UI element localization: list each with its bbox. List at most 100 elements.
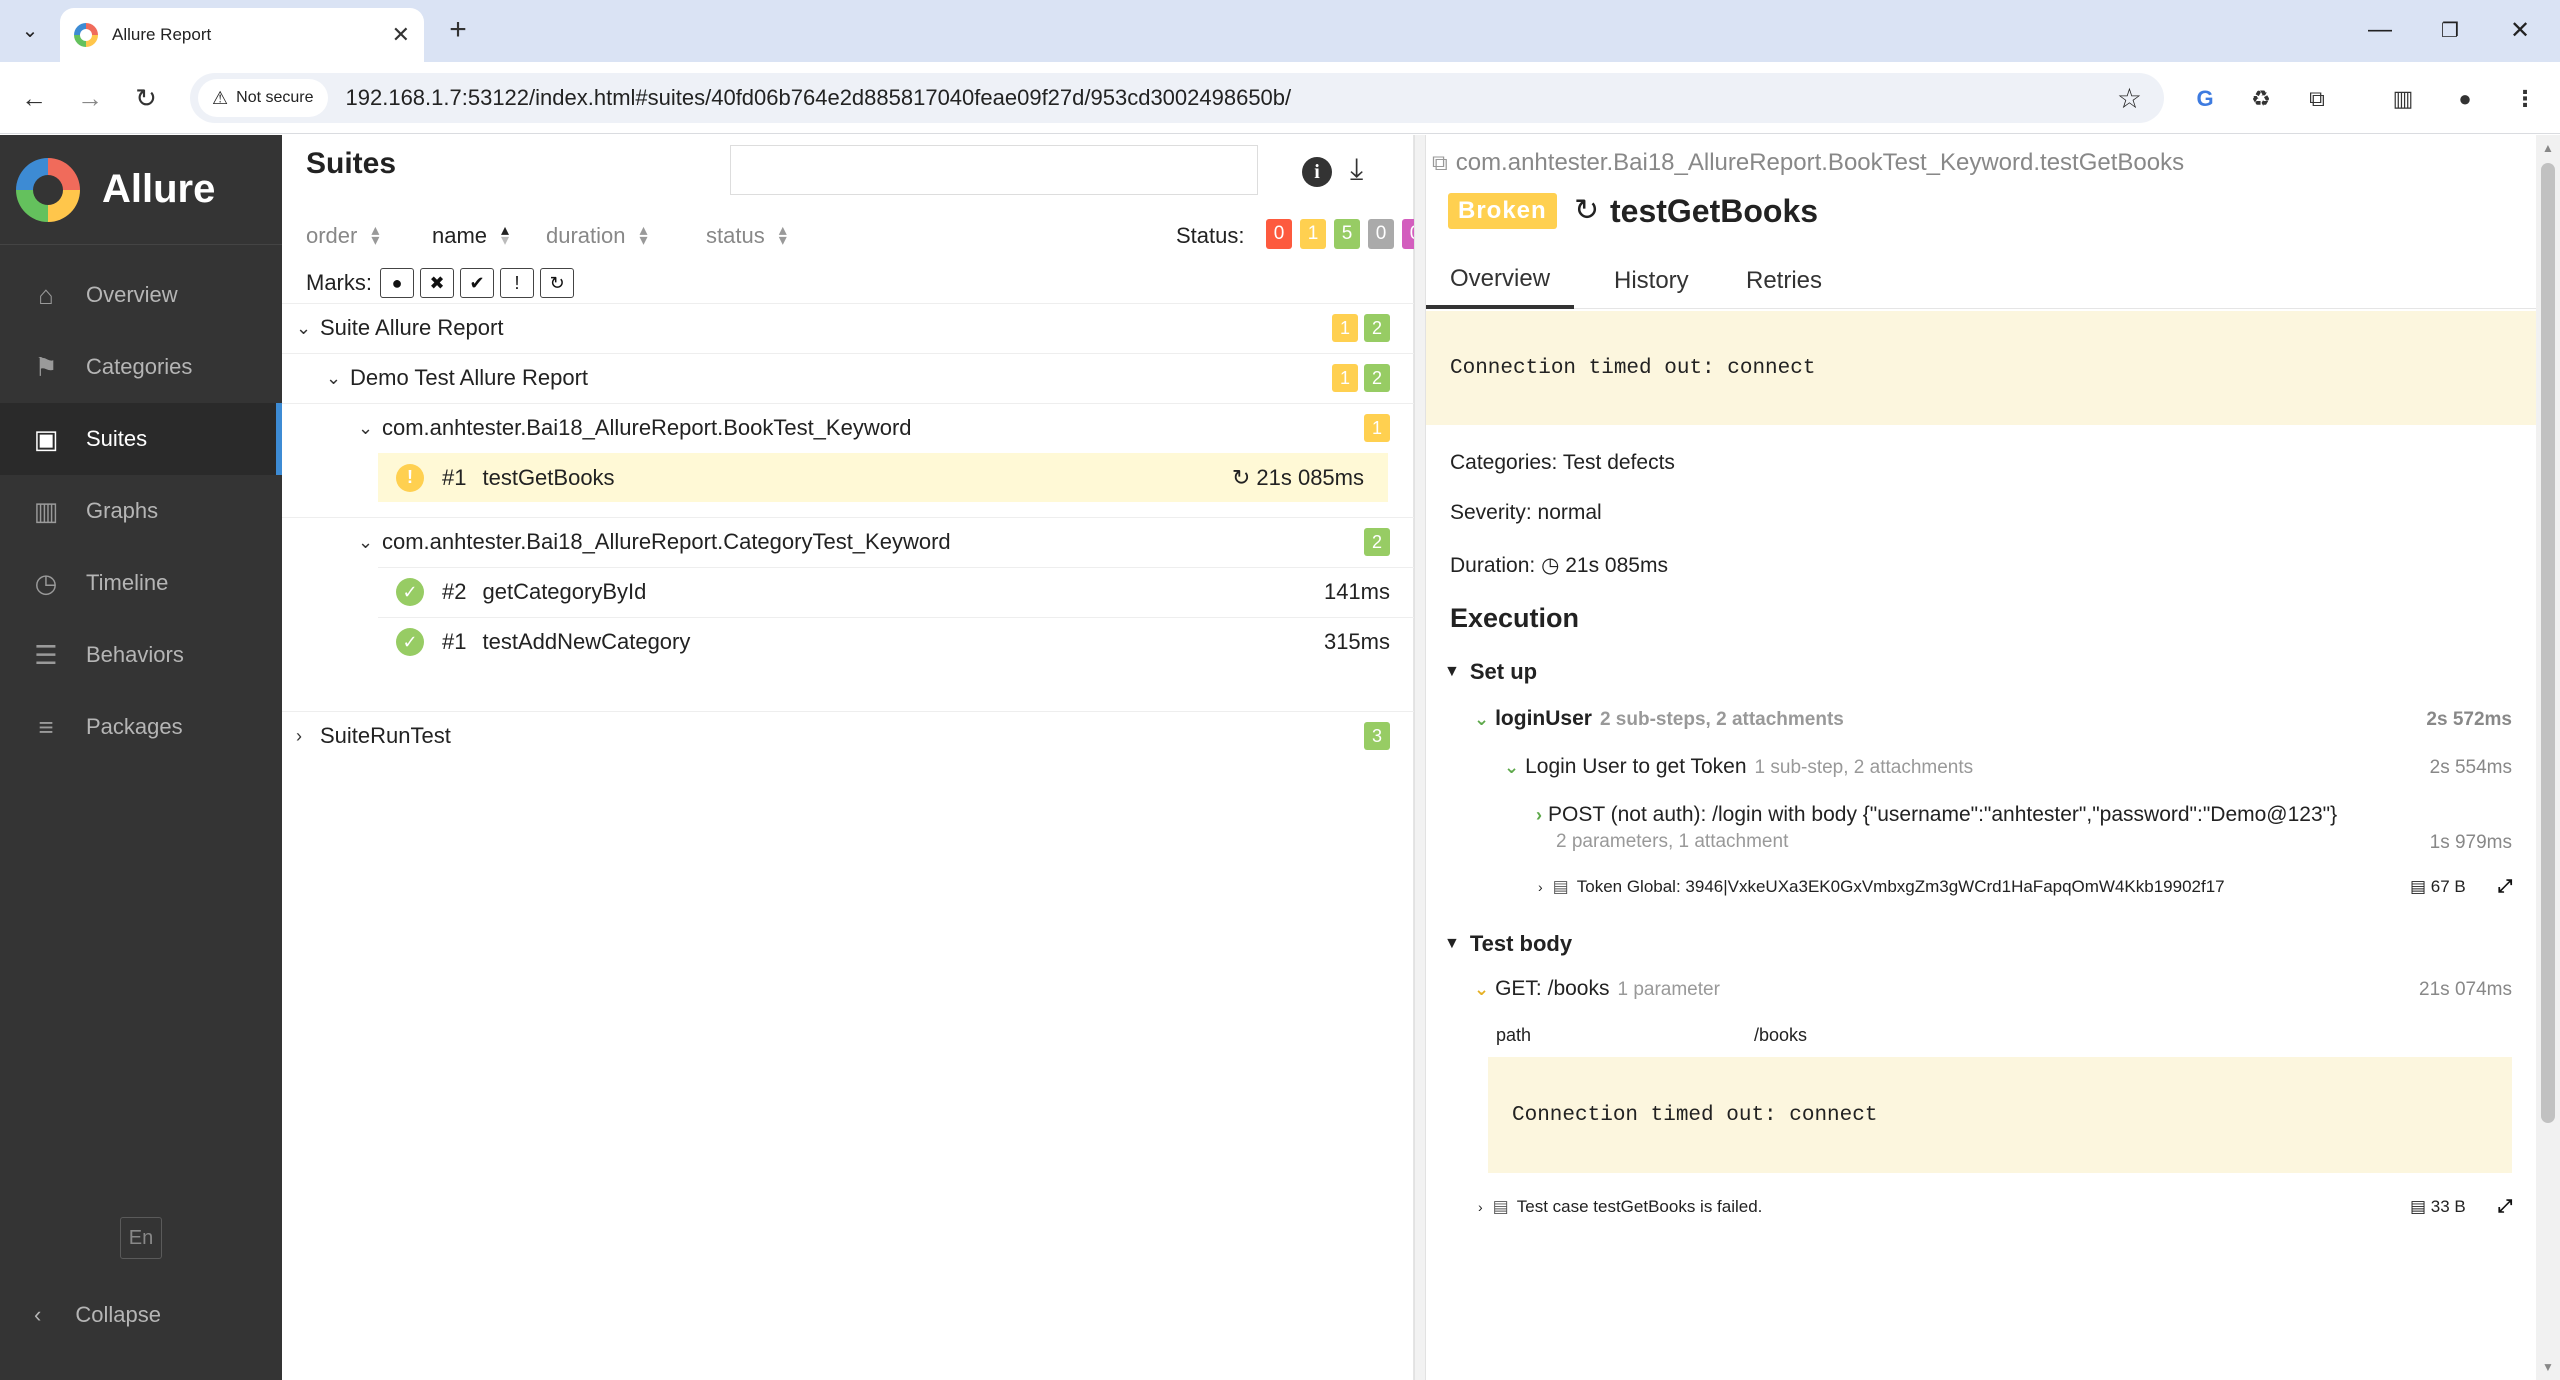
new-failed-icon[interactable]: ✖ <box>420 268 454 298</box>
pane-resize-handle[interactable] <box>1414 135 1426 1380</box>
sort-by-duration[interactable]: duration ▴ ▾ <box>546 223 648 249</box>
severity-line: Severity: normal <box>1450 501 1602 524</box>
status-filter-broken[interactable]: 1 <box>1300 219 1326 249</box>
test-row[interactable]: ! #1 testGetBooks ↻ 21s 085ms <box>378 453 1388 502</box>
suite-row[interactable]: ⌄ Demo Test Allure Report 1 2 <box>282 353 1414 402</box>
brand[interactable]: Allure <box>0 135 282 245</box>
execution-heading: Execution <box>1450 603 1580 633</box>
tab-overview[interactable]: Overview <box>1426 253 1575 309</box>
test-detail-pane: ⧉ com.anhtester.Bai18_AllureReport.BookT… <box>1426 135 2536 1380</box>
sidebar-item-timeline[interactable]: ◷ Timeline <box>0 547 282 619</box>
class-row[interactable]: ⌄ com.anhtester.Bai18_AllureReport.Categ… <box>282 517 1414 566</box>
collapse-button[interactable]: ‹ Collapse <box>0 1290 282 1340</box>
setup-section-toggle[interactable]: ▼ Set up <box>1444 659 1537 685</box>
suite-row[interactable]: › SuiteRunTest 3 <box>282 711 1414 760</box>
new-passed-icon[interactable]: ✔ <box>460 268 494 298</box>
minimize-icon[interactable]: — <box>2350 10 2410 50</box>
window-close-icon[interactable]: ✕ <box>2490 10 2550 50</box>
count-badges: 3 <box>1364 722 1390 750</box>
flaky-bomb-icon[interactable]: ● <box>380 268 414 298</box>
broken-status-icon: ! <box>396 463 424 492</box>
retries-icon[interactable]: ↻ <box>540 268 574 298</box>
search-input[interactable] <box>730 145 1258 195</box>
count-badges: 1 <box>1364 414 1390 442</box>
new-broken-icon[interactable]: ! <box>500 268 534 298</box>
sort-by-name[interactable]: name ▴ ▾ <box>432 223 509 249</box>
sort-by-status[interactable]: status ▴ ▾ <box>706 223 787 249</box>
info-icon[interactable]: i <box>1302 157 1332 187</box>
sidebar-item-packages[interactable]: ≡ Packages <box>0 691 282 763</box>
sidebar-item-behaviors[interactable]: ☰ Behaviors <box>0 619 282 691</box>
sidebar-item-categories[interactable]: ⚑ Categories <box>0 331 282 403</box>
sidebar-item-overview[interactable]: ⌂ Overview <box>0 259 282 331</box>
address-bar[interactable]: ⚠ Not secure 192.168.1.7:53122/index.htm… <box>190 73 2164 123</box>
test-name: testGetBooks <box>482 464 615 490</box>
copy-icon[interactable]: ⧉ <box>1432 150 1448 176</box>
passed-count-badge: 2 <box>1364 364 1390 392</box>
step-get-books[interactable]: ⌄ GET: /books 1 parameter <box>1474 977 1720 1001</box>
status-filter-skipped[interactable]: 0 <box>1368 219 1394 249</box>
language-button[interactable]: En <box>120 1217 162 1259</box>
new-tab-button[interactable]: + <box>440 12 476 48</box>
test-row[interactable]: ✓ #2 getCategoryById 141ms <box>378 567 1414 616</box>
recycle-extension-icon[interactable]: ♻ <box>2246 84 2276 114</box>
status-filter-failed[interactable]: 0 <box>1266 219 1292 249</box>
tab-history[interactable]: History <box>1590 253 1713 309</box>
test-body-section-toggle[interactable]: ▼ Test body <box>1444 931 1572 957</box>
restore-icon[interactable]: ❐ <box>2420 10 2480 50</box>
step-meta: 2 parameters, 1 attachment <box>1556 831 1789 852</box>
attachment-row[interactable]: › ▤ Test case testGetBooks is failed. <box>1478 1197 1762 1217</box>
profile-avatar-icon[interactable]: ● <box>2450 84 2480 114</box>
chevron-down-icon: ⌄ <box>1474 979 1490 999</box>
browser-menu-icon[interactable]: ⋮ <box>2510 84 2540 114</box>
step-login-user[interactable]: ⌄ loginUser 2 sub-steps, 2 attachments <box>1474 707 1844 731</box>
reload-icon[interactable]: ↻ <box>128 80 164 116</box>
suite-name: Demo Test Allure Report <box>350 365 589 390</box>
suite-name: Suite Allure Report <box>320 315 504 340</box>
extensions-puzzle-icon[interactable]: ⧉ <box>2302 84 2332 114</box>
browser-tab[interactable]: Allure Report ✕ <box>60 8 424 62</box>
sort-label: order <box>306 223 358 248</box>
tab-retries[interactable]: Retries <box>1722 253 1846 309</box>
scroll-down-icon[interactable]: ▼ <box>2542 1360 2554 1374</box>
home-icon: ⌂ <box>38 279 54 310</box>
detail-scrollbar[interactable]: ▲ ▼ <box>2536 135 2560 1380</box>
status-filter-passed[interactable]: 5 <box>1334 219 1360 249</box>
tab-search-button[interactable]: ⌄ <box>12 12 48 48</box>
sidebar-item-label: Graphs <box>86 498 159 523</box>
test-number: #2 <box>442 579 467 604</box>
test-name: getCategoryById <box>482 579 647 604</box>
scroll-up-icon[interactable]: ▲ <box>2542 141 2554 155</box>
test-row[interactable]: ✓ #1 testAddNewCategory 315ms <box>378 617 1414 666</box>
attachment-row[interactable]: › ▤ Token Global: 3946|VxkeUXa3EK0GxVmbx… <box>1538 877 2225 897</box>
expand-icon[interactable]: ⤢ <box>2498 876 2512 897</box>
step-duration: 1s 979ms <box>2429 832 2512 853</box>
forward-arrow-icon[interactable]: → <box>72 80 108 116</box>
suite-row[interactable]: ⌄ Suite Allure Report 1 2 <box>282 303 1414 352</box>
flag-icon: ⚑ <box>34 351 58 382</box>
bookmark-star-icon[interactable]: ☆ <box>2117 82 2142 115</box>
step-login-token[interactable]: ⌄ Login User to get Token 1 sub-step, 2 … <box>1504 755 1973 779</box>
back-arrow-icon[interactable]: ← <box>16 80 52 116</box>
class-row[interactable]: ⌄ com.anhtester.Bai18_AllureReport.BookT… <box>282 403 1414 452</box>
sidebar-item-label: Overview <box>86 282 178 307</box>
tab-close-icon[interactable]: ✕ <box>392 22 410 48</box>
sidebar-item-suites[interactable]: ▣ Suites <box>0 403 282 475</box>
sort-arrows-icon: ▴ ▾ <box>639 222 648 249</box>
clock-icon: ◷ <box>34 567 58 598</box>
sidebar-item-graphs[interactable]: ▥ Graphs <box>0 475 282 547</box>
download-icon[interactable]: ⤓ <box>1350 153 1363 187</box>
url-text[interactable]: 192.168.1.7:53122/index.html#suites/40fd… <box>346 85 2117 111</box>
step-post-login[interactable]: › POST (not auth): /login with body {"us… <box>1536 803 2337 827</box>
test-duration: ↻ 21s 085ms <box>1232 465 1364 491</box>
sort-arrows-icon: ▴ ▾ <box>778 222 787 249</box>
expand-icon[interactable]: ⤢ <box>2498 1196 2512 1217</box>
sidebar-item-label: Categories <box>86 354 193 379</box>
scrollbar-thumb[interactable] <box>2541 163 2555 1123</box>
translate-icon[interactable]: G <box>2190 84 2220 114</box>
sort-by-order[interactable]: order ▴ ▾ <box>306 223 379 249</box>
side-panel-icon[interactable]: ▥ <box>2388 84 2418 114</box>
test-duration: 315ms <box>1323 629 1390 654</box>
security-indicator[interactable]: ⚠ Not secure <box>198 79 328 117</box>
status-filter-label: Status: <box>1176 223 1245 248</box>
